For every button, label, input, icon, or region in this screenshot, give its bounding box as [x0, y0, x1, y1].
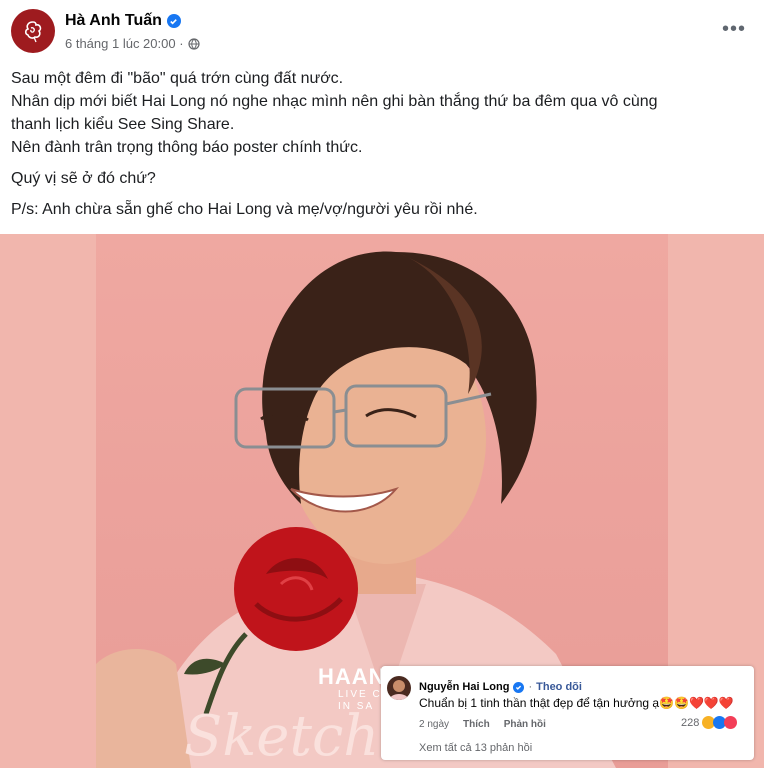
page-avatar[interactable] [11, 9, 55, 53]
post-meta: 6 tháng 1 lúc 20:00 · [65, 36, 200, 51]
globe-icon [187, 37, 200, 50]
reactions-summary[interactable]: 228 [681, 716, 738, 729]
reaction-count: 228 [681, 716, 700, 729]
poster-subtitle-1: LIVE C [338, 689, 382, 700]
comment-text: Chuẩn bị 1 tinh thần thật đẹp để tận hưở… [419, 696, 734, 710]
love-react-icon [724, 716, 738, 729]
commenter-name-text[interactable]: Nguyễn Hai Long [419, 681, 509, 693]
follow-link[interactable]: Theo dõi [536, 681, 582, 693]
reply-button[interactable]: Phản hồi [504, 719, 546, 730]
post-line: Nhân dịp mới biết Hai Long nó nghe nhạc … [11, 93, 658, 110]
commenter-name: Nguyễn Hai Long · Theo dõi [419, 681, 582, 693]
more-options-icon[interactable]: ••• [722, 18, 746, 41]
comment-actions: 2 ngày Thích Phản hồi [419, 719, 546, 730]
post-line: thanh lịch kiểu See Sing Share. [11, 116, 235, 133]
comment-card: Nguyễn Hai Long · Theo dõi Chuẩn bị 1 ti… [381, 666, 754, 760]
post-line: Quý vị sẽ ở đó chứ? [11, 170, 156, 187]
author-name[interactable]: Hà Anh Tuấn [65, 12, 181, 30]
verified-icon [513, 681, 525, 693]
post-line: P/s: Anh chừa sẵn ghế cho Hai Long và mẹ… [11, 201, 478, 218]
post-line: Nên đành trân trọng thông báo poster chí… [11, 139, 363, 156]
post-header: Hà Anh Tuấn 6 tháng 1 lúc 20:00 · ••• [0, 0, 764, 60]
like-button[interactable]: Thích [463, 719, 490, 730]
author-name-text[interactable]: Hà Anh Tuấn [65, 12, 162, 30]
post-line: Sau một đêm đi "bão" quá trớn cùng đất n… [11, 70, 344, 87]
view-all-replies[interactable]: Xem tất cả 13 phản hồi [419, 742, 532, 754]
verified-icon [166, 14, 181, 28]
post-text: Sau một đêm đi "bão" quá trớn cùng đất n… [11, 67, 751, 221]
commenter-avatar[interactable] [387, 676, 411, 700]
rose-logo-icon [24, 21, 42, 43]
post-time[interactable]: 6 tháng 1 lúc 20:00 · [65, 36, 184, 51]
comment-time[interactable]: 2 ngày [419, 719, 449, 730]
